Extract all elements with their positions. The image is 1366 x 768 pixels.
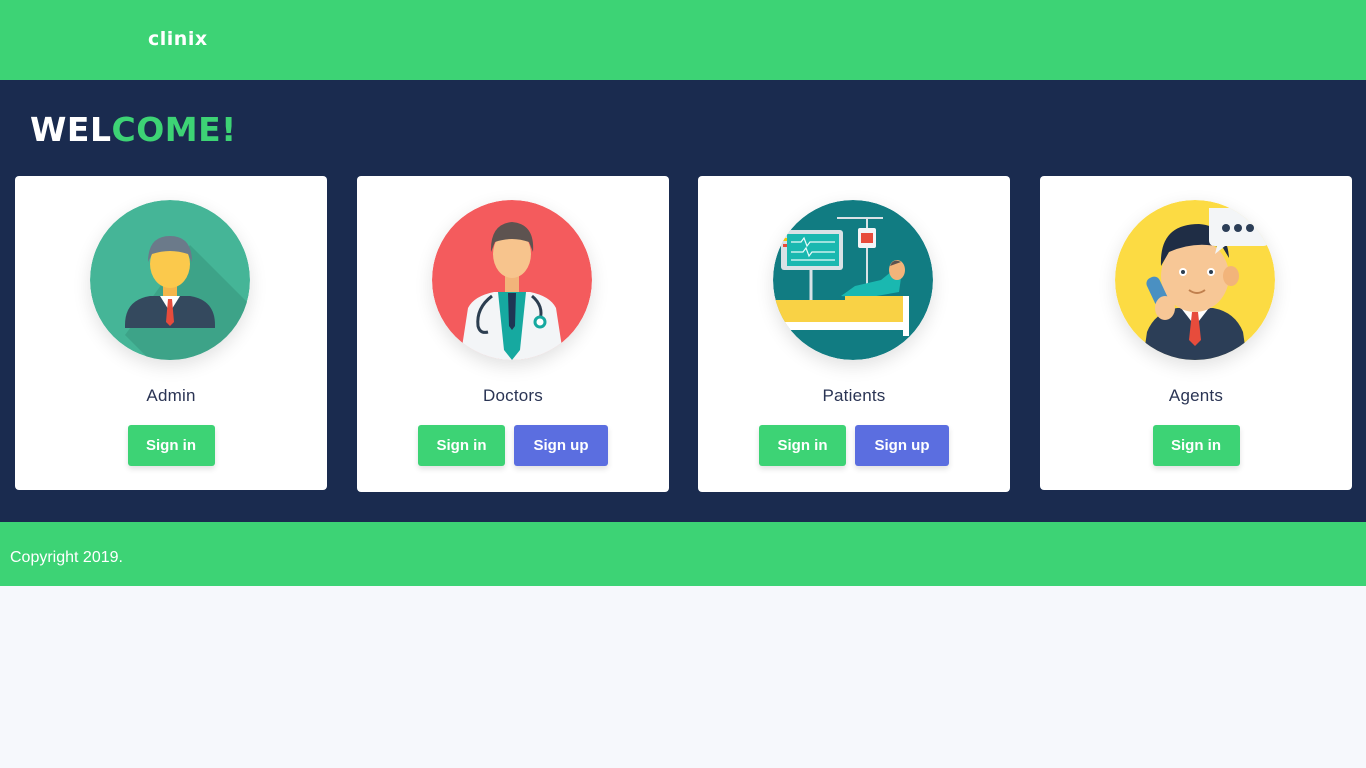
patients-signin-button[interactable]: Sign in <box>759 425 846 466</box>
agent-avatar-icon <box>1115 200 1275 360</box>
admin-signin-button[interactable]: Sign in <box>127 425 215 466</box>
doctors-signin-button[interactable]: Sign in <box>418 425 505 466</box>
patients-signup-button[interactable]: Sign up <box>855 425 949 466</box>
agents-card: Agents Sign in <box>1040 176 1352 490</box>
welcome-heading-green: COME! <box>111 110 237 149</box>
patients-card: Patients Sign in Sign up <box>698 176 1010 492</box>
welcome-heading-white: WEL <box>30 110 112 149</box>
patient-avatar-icon <box>773 200 933 360</box>
copyright-text: Copyright 2019. <box>10 549 123 566</box>
doctors-title: Doctors <box>483 386 543 405</box>
doctors-card: Doctors Sign in Sign up <box>357 176 669 492</box>
patients-actions: Sign in Sign up <box>698 425 1010 466</box>
agents-signin-button[interactable]: Sign in <box>1152 425 1240 466</box>
admin-card: Admin Sign in <box>15 176 327 490</box>
admin-avatar-icon <box>90 200 250 360</box>
agents-actions: Sign in <box>1040 425 1352 466</box>
top-navbar: clinix <box>0 0 1366 80</box>
welcome-section: WELCOME! Admin Sign in Doctors Sign in S… <box>0 80 1366 522</box>
admin-actions: Sign in <box>15 425 327 466</box>
patients-title: Patients <box>822 386 886 405</box>
admin-title: Admin <box>146 386 196 405</box>
footer: Copyright 2019. <box>0 522 1366 586</box>
doctors-signup-button[interactable]: Sign up <box>514 425 608 466</box>
clinix-logo[interactable]: clinix <box>148 28 208 50</box>
welcome-heading: WELCOME! <box>30 110 237 149</box>
doctor-avatar-icon <box>432 200 592 360</box>
doctors-actions: Sign in Sign up <box>357 425 669 466</box>
agents-title: Agents <box>1168 386 1224 405</box>
